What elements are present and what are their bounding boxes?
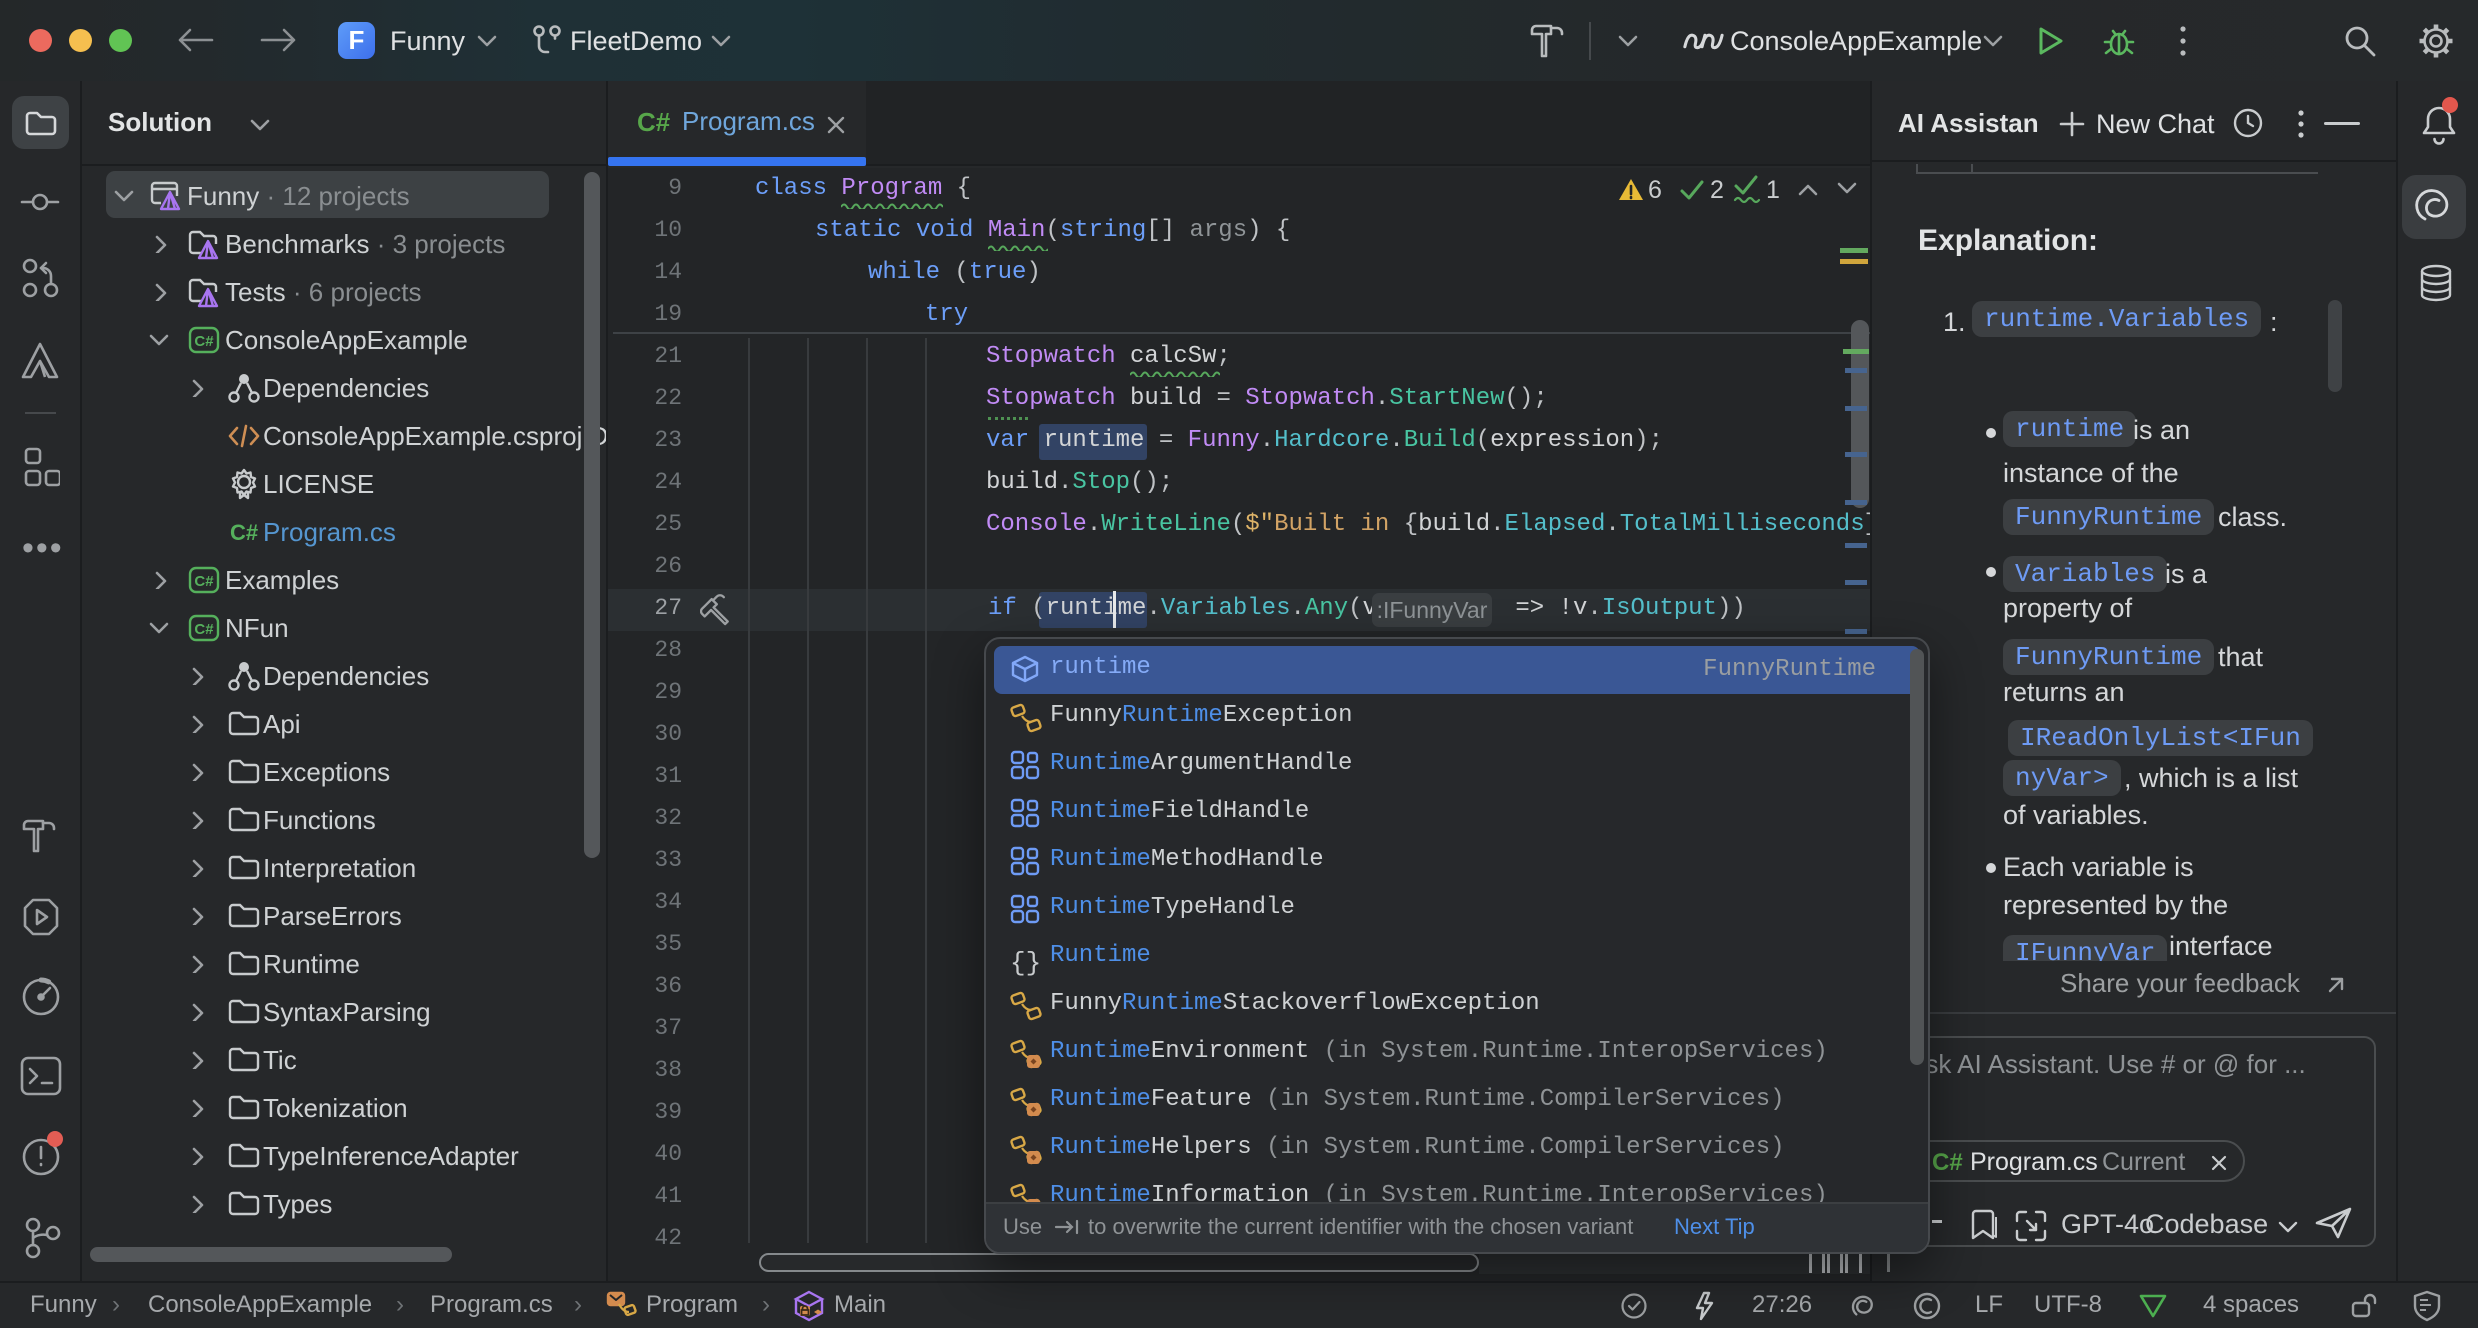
svg-text:C#: C#	[194, 333, 214, 350]
svg-text:C#: C#	[194, 621, 214, 638]
svg-text:C#: C#	[230, 520, 258, 545]
svg-text:C#: C#	[194, 573, 214, 590]
